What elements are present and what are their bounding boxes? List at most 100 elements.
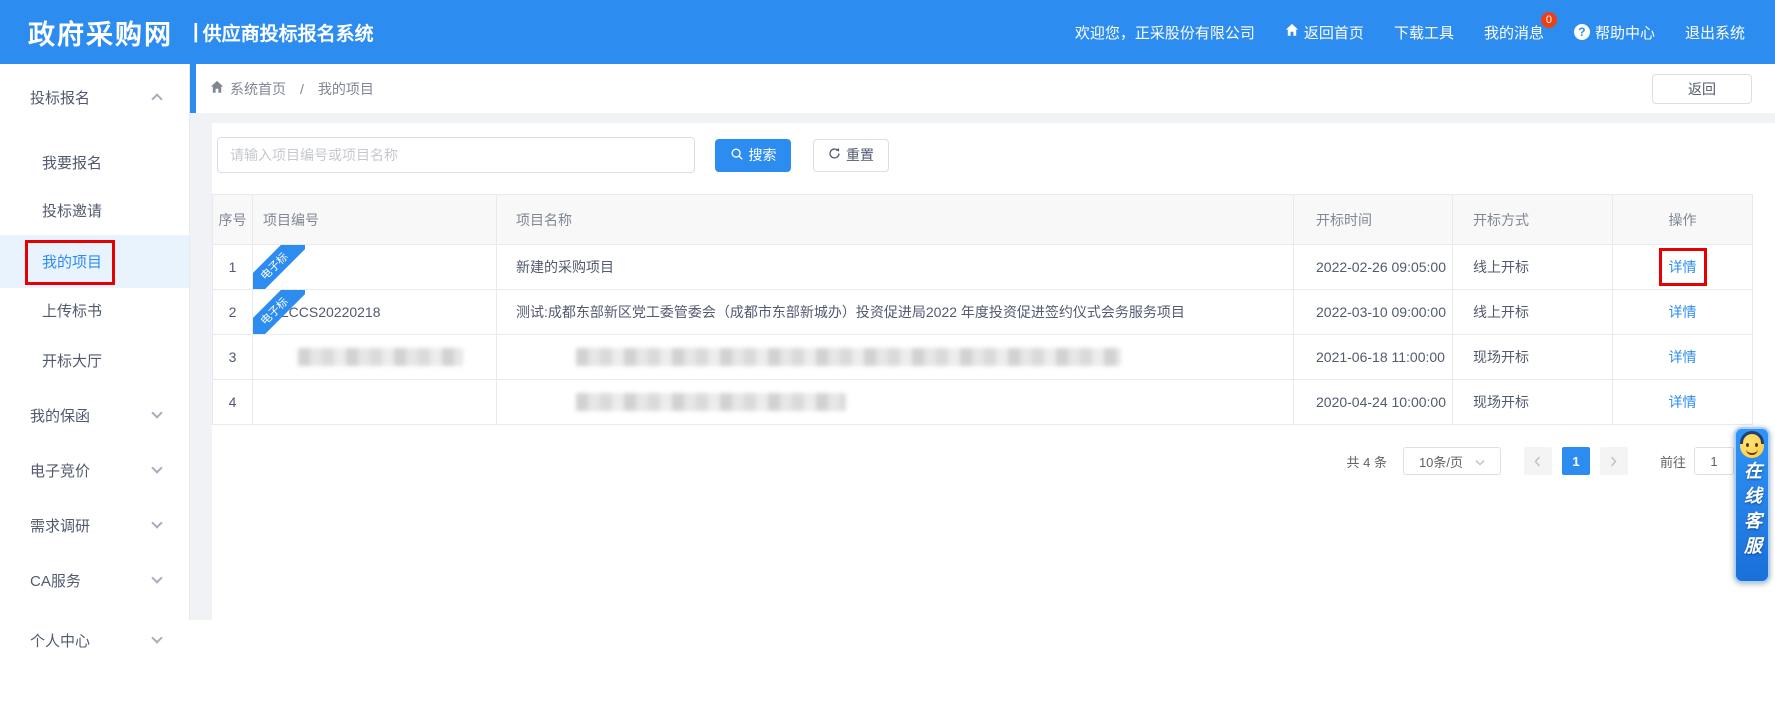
cell-action: 详情 [1613, 380, 1753, 425]
redacted-project-name [576, 393, 846, 411]
cell-action: 详情 [1613, 335, 1753, 380]
page-number-button[interactable]: 1 [1562, 447, 1590, 475]
nav-home[interactable]: 返回首页 [1285, 22, 1364, 43]
detail-link[interactable]: 详情 [1669, 259, 1697, 275]
online-support-label: 在线客服 [1739, 461, 1765, 561]
goto-page-input[interactable] [1694, 447, 1734, 475]
cell-project-name [497, 335, 1294, 380]
cell-open-mode: 现场开标 [1453, 335, 1613, 380]
online-support-widget[interactable]: 在线客服 [1734, 427, 1770, 583]
col-header-open-time: 开标时间 [1294, 195, 1453, 245]
chevron-down-icon [151, 632, 162, 643]
sidebar-group-ca-service[interactable]: CA服务 [0, 555, 189, 605]
sidebar-item-upload-bid[interactable]: 上传标书 [0, 285, 189, 335]
prev-page-button[interactable] [1524, 447, 1552, 475]
brand-divider: | [193, 21, 199, 44]
cell-project-code [253, 335, 497, 380]
pagination: 共 4 条 10条/页 1 前往 [212, 447, 1734, 475]
projects-table: 序号 项目编号 项目名称 开标时间 开标方式 操作 1 [212, 194, 1753, 425]
table-row: 2 电子标 ZZZCCS20220218 测试:成都东部新区党工委管委会（成都市… [213, 290, 1753, 335]
question-icon [1574, 24, 1590, 40]
cell-project-name: 新建的采购项目 [497, 245, 1294, 290]
chevron-up-icon [151, 93, 162, 104]
redacted-project-code [298, 348, 463, 366]
breadcrumb: 系统首页 / 我的项目 返回 [190, 64, 1775, 113]
cell-index: 2 [213, 290, 253, 335]
goto-label: 前往 [1660, 452, 1686, 471]
cell-project-code: 电子标 ZZZCCS20220218 [253, 290, 497, 335]
col-header-code: 项目编号 [253, 195, 497, 245]
reset-button[interactable]: 重置 [813, 139, 889, 172]
chevron-down-icon [151, 462, 162, 473]
detail-link[interactable]: 详情 [1669, 304, 1697, 320]
search-row: 搜索 重置 [217, 137, 1775, 173]
cell-open-mode: 现场开标 [1453, 380, 1613, 425]
sidebar-item-invitation[interactable]: 投标邀请 [0, 185, 189, 235]
sidebar-item-signup[interactable]: 我要报名 [0, 137, 189, 187]
search-button[interactable]: 搜索 [715, 139, 791, 172]
pagination-total: 共 4 条 [1347, 452, 1387, 471]
brand-title: 政府采购网 [28, 13, 173, 52]
col-header-name: 项目名称 [497, 195, 1294, 245]
top-nav: 欢迎您，正采股份有限公司 返回首页 下载工具 我的消息 0 帮助中心 退出系统 [1075, 22, 1745, 43]
nav-help-center[interactable]: 帮助中心 [1574, 22, 1655, 43]
home-icon [1285, 23, 1299, 41]
search-input[interactable] [217, 137, 695, 173]
content-panel: 搜索 重置 [212, 123, 1775, 620]
table-row: 1 电子标 新建的采购项目 2022-02-26 09:05:00 线上开标 [213, 245, 1753, 290]
electronic-bid-ribbon: 电子标 [253, 245, 305, 290]
refresh-icon [828, 147, 841, 163]
detail-link[interactable]: 详情 [1669, 394, 1697, 410]
sidebar-item-my-projects[interactable]: 我的项目 [0, 235, 189, 288]
breadcrumb-separator: / [300, 81, 304, 97]
cell-index: 3 [213, 335, 253, 380]
col-header-open-mode: 开标方式 [1453, 195, 1613, 245]
welcome-text: 欢迎您，正采股份有限公司 [1075, 22, 1255, 43]
cell-action: 详情 [1613, 245, 1753, 290]
back-button[interactable]: 返回 [1652, 74, 1752, 104]
smiley-headset-icon [1740, 434, 1764, 458]
system-subtitle: 供应商投标报名系统 [203, 19, 374, 46]
cell-project-code [253, 380, 497, 425]
col-header-action: 操作 [1613, 195, 1753, 245]
cell-open-time: 2022-03-10 09:00:00 [1294, 290, 1453, 335]
cell-project-name [497, 380, 1294, 425]
main-area: 系统首页 / 我的项目 返回 搜索 [190, 64, 1775, 705]
chevron-down-icon [151, 572, 162, 583]
sidebar-group-guarantee[interactable]: 我的保函 [0, 390, 189, 440]
layout-gutter [190, 123, 212, 620]
nav-my-messages[interactable]: 我的消息 0 [1484, 22, 1544, 43]
chevron-left-icon [1534, 456, 1541, 467]
top-bar: 政府采购网 | 供应商投标报名系统 欢迎您，正采股份有限公司 返回首页 下载工具… [0, 0, 1775, 64]
sidebar-group-e-auction[interactable]: 电子竞价 [0, 445, 189, 495]
layout-gap [190, 113, 1775, 123]
page-size-select[interactable]: 10条/页 [1403, 447, 1501, 475]
sidebar-group-bidding[interactable]: 投标报名 [0, 72, 189, 122]
nav-download-tools[interactable]: 下载工具 [1394, 22, 1454, 43]
table-row: 4 2020-04-24 10:00:00 现场开标 详情 [213, 380, 1753, 425]
breadcrumb-home[interactable]: 系统首页 [230, 79, 286, 99]
chevron-down-icon [151, 517, 162, 528]
cell-open-mode: 线上开标 [1453, 245, 1613, 290]
home-icon [210, 80, 224, 97]
cell-action: 详情 [1613, 290, 1753, 335]
search-icon [730, 147, 744, 164]
bottom-strip [190, 620, 1775, 705]
next-page-button[interactable] [1600, 447, 1628, 475]
detail-link[interactable]: 详情 [1669, 349, 1697, 365]
sidebar-item-bid-opening-hall[interactable]: 开标大厅 [0, 335, 189, 385]
message-count-badge: 0 [1541, 12, 1557, 28]
redacted-project-name [576, 348, 1121, 366]
col-header-index: 序号 [213, 195, 253, 245]
cell-project-code: 电子标 [253, 245, 497, 290]
sidebar-group-personal-center[interactable]: 个人中心 [0, 615, 189, 665]
table-row: 3 2021-06-18 11:00:00 现场开标 详情 [213, 335, 1753, 380]
cell-open-time: 2021-06-18 11:00:00 [1294, 335, 1453, 380]
cell-open-time: 2020-04-24 10:00:00 [1294, 380, 1453, 425]
cell-open-mode: 线上开标 [1453, 290, 1613, 335]
cell-index: 1 [213, 245, 253, 290]
cell-index: 4 [213, 380, 253, 425]
chevron-down-icon [1475, 454, 1485, 469]
nav-logout[interactable]: 退出系统 [1685, 22, 1745, 43]
sidebar-group-demand-research[interactable]: 需求调研 [0, 500, 189, 550]
